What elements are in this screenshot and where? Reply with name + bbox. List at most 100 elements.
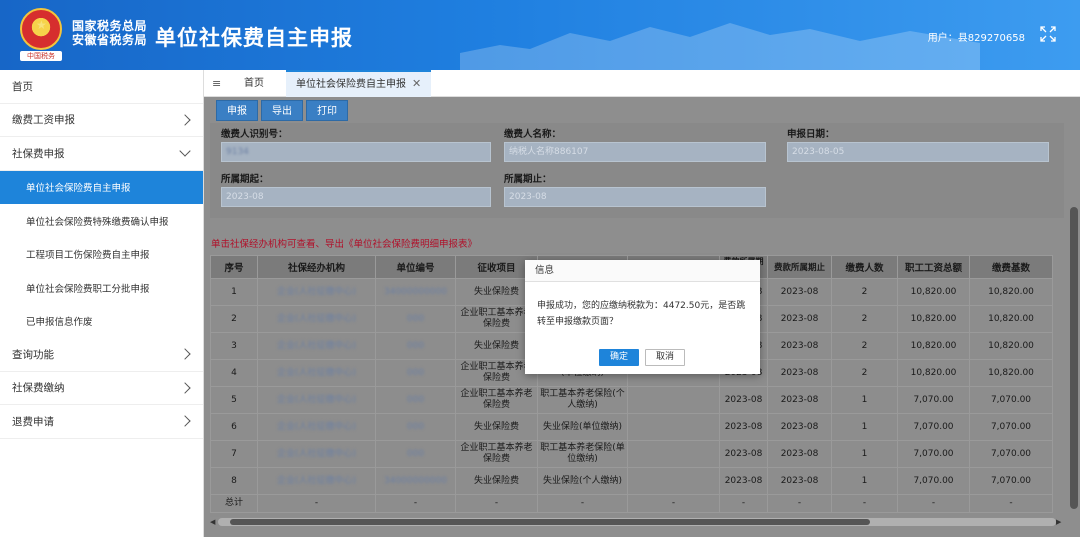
agency-link[interactable]: 企业(人社征缴中心) xyxy=(257,467,376,495)
export-button[interactable]: 导出 xyxy=(261,100,303,121)
total-cell: - xyxy=(969,494,1053,513)
payer-name-field[interactable]: 纳税人名称886107 xyxy=(504,142,766,162)
table-cell: 1 xyxy=(210,278,258,306)
scroll-left-icon[interactable]: ◀ xyxy=(210,518,215,526)
table-cell: 7 xyxy=(210,440,258,468)
sidebar-item-refund[interactable]: 退费申请 xyxy=(0,405,203,439)
table-cell: 6 xyxy=(210,413,258,441)
sidebar-item-label: 已申报信息作废 xyxy=(26,317,93,329)
table-cell: 7,070.00 xyxy=(897,413,970,441)
table-cell: 2023-08 xyxy=(767,386,832,414)
horizontal-scrollbar[interactable] xyxy=(218,518,1056,526)
table-cell: 2 xyxy=(831,278,898,306)
scrollbar-thumb[interactable] xyxy=(230,519,870,525)
table-cell: 2023-08 xyxy=(767,467,832,495)
app-title: 单位社保费自主申报 xyxy=(155,26,353,50)
sidebar-item-self-declare[interactable]: 单位社会保险费自主申报 xyxy=(0,170,203,204)
fullscreen-icon[interactable] xyxy=(1040,26,1056,42)
table-cell: 10,820.00 xyxy=(969,305,1053,333)
user-account[interactable]: 用户：县829270658 xyxy=(928,29,1025,44)
close-icon[interactable]: ✕ xyxy=(412,77,421,90)
tab-self-declare[interactable]: 单位社会保险费自主申报 ✕ xyxy=(286,70,432,97)
table-row: 6 企业(人社征缴中心) 000 失业保险费 失业保险(单位缴纳) 2023-08 2023… xyxy=(210,413,1053,441)
sidebar-item-social-insurance-declare[interactable]: 社保费申报 xyxy=(0,137,203,171)
agency-link[interactable]: 企业(人社征缴中心) xyxy=(257,440,376,468)
payer-id-field[interactable]: 9134 xyxy=(221,142,491,162)
table-cell: 1 xyxy=(831,467,898,495)
header-cell: 缴费基数 xyxy=(969,255,1053,279)
tab-label: 首页 xyxy=(244,78,264,89)
table-cell: 7,070.00 xyxy=(969,440,1053,468)
payer-name-value: 纳税人名称886107 xyxy=(509,147,589,157)
sidebar-item-special-confirm[interactable]: 单位社会保险费特殊缴费确认申报 xyxy=(0,204,203,238)
vertical-scrollbar[interactable] xyxy=(1070,207,1078,509)
sidebar-item-query[interactable]: 查询功能 xyxy=(0,338,203,372)
table-cell: 1 xyxy=(831,413,898,441)
period-end-value: 2023-08 xyxy=(509,192,547,202)
agency-link[interactable]: 企业(人社征缴中心) xyxy=(257,305,376,333)
declare-button[interactable]: 申报 xyxy=(216,100,258,121)
table-cell: 34000000000 xyxy=(375,467,456,495)
table-cell: 7,070.00 xyxy=(897,440,970,468)
report-date-field[interactable]: 2023-08-05 xyxy=(787,142,1049,162)
sidebar-item-batch-declare[interactable]: 单位社会保险费职工分批申报 xyxy=(0,271,203,305)
period-start-label: 所属期起： xyxy=(221,174,269,185)
period-end-field[interactable]: 2023-08 xyxy=(504,187,766,207)
emblem-signature: 中国税务 xyxy=(20,51,62,61)
sidebar-item-home[interactable]: 首页 xyxy=(0,70,203,104)
table-cell: 7,070.00 xyxy=(969,413,1053,441)
app-header: ★ 中国税务 国家税务总局 安徽省税务局 单位社保费自主申报 用户：县82927… xyxy=(0,0,1080,70)
table-cell: 企业职工基本养老保险费 xyxy=(455,440,538,468)
table-cell xyxy=(627,467,720,495)
sidebar-item-project-injury[interactable]: 工程项目工伤保险费自主申报 xyxy=(0,238,203,272)
tab-home[interactable]: 首页 xyxy=(234,70,274,97)
chevron-right-icon xyxy=(179,348,191,360)
table-cell: 职工基本养老保险(单位缴纳) xyxy=(537,440,628,468)
agency-link[interactable]: 企业(人社征缴中心) xyxy=(257,386,376,414)
dialog-title: 信息 xyxy=(525,260,760,282)
table-row: 8 企业(人社征缴中心) 34000000000 失业保险费 失业保险(个人缴纳) 202… xyxy=(210,467,1053,495)
sidebar-item-label: 工程项目工伤保险费自主申报 xyxy=(26,250,150,262)
sidebar-item-label: 单位社会保险费职工分批申报 xyxy=(26,283,150,295)
table-cell: 企业职工基本养老保险费 xyxy=(455,386,538,414)
agency-link[interactable]: 企业(人社征缴中心) xyxy=(257,413,376,441)
table-cell: 2 xyxy=(831,359,898,387)
table-cell: 10,820.00 xyxy=(969,359,1053,387)
sidebar-item-label: 社保费申报 xyxy=(12,147,65,160)
table-cell: 10,820.00 xyxy=(897,359,970,387)
agency-link[interactable]: 企业(人社征缴中心) xyxy=(257,332,376,360)
header-cell: 费款所属期止 xyxy=(767,255,832,279)
table-cell: 失业保险(个人缴纳) xyxy=(537,467,628,495)
table-cell: 7,070.00 xyxy=(969,386,1053,414)
period-start-field[interactable]: 2023-08 xyxy=(221,187,491,207)
total-cell: - xyxy=(897,494,970,513)
table-cell: 2023-08 xyxy=(719,386,768,414)
table-cell: 000 xyxy=(375,386,456,414)
sidebar-item-void[interactable]: 已申报信息作废 xyxy=(0,305,203,339)
sidebar-item-payment[interactable]: 社保费缴纳 xyxy=(0,372,203,405)
cancel-button[interactable]: 取消 xyxy=(645,349,685,366)
agency-link[interactable]: 企业(人社征缴中心) xyxy=(257,278,376,306)
table-row: 7 企业(人社征缴中心) 000 企业职工基本养老保险费 职工基本养老保险(单位缴纳) 2… xyxy=(210,440,1053,468)
agency-link[interactable]: 企业(人社征缴中心) xyxy=(257,359,376,387)
sidebar-item-label: 单位社会保险费特殊缴费确认申报 xyxy=(26,216,169,228)
table-cell: 000 xyxy=(375,413,456,441)
table-cell: 10,820.00 xyxy=(897,278,970,306)
header-cell: 社保经办机构 xyxy=(257,255,376,279)
table-cell: 2 xyxy=(831,305,898,333)
table-cell: 10,820.00 xyxy=(897,332,970,360)
period-start-value: 2023-08 xyxy=(226,192,264,202)
table-cell: 000 xyxy=(375,359,456,387)
confirm-button[interactable]: 确定 xyxy=(599,349,639,366)
menu-toggle-icon[interactable]: ≡ xyxy=(212,77,221,90)
scroll-right-icon[interactable]: ▶ xyxy=(1056,518,1061,526)
total-cell: - xyxy=(537,494,628,513)
print-button[interactable]: 打印 xyxy=(306,100,348,121)
total-cell: - xyxy=(257,494,376,513)
sidebar-item-label: 单位社会保险费自主申报 xyxy=(26,183,131,195)
period-end-label: 所属期止： xyxy=(504,174,552,185)
sidebar-item-wage-declare[interactable]: 缴费工资申报 xyxy=(0,104,203,137)
info-dialog: 信息 申报成功，您的应缴纳税款为：4472.50元，是否跳转至申报缴款页面？ 确… xyxy=(525,260,760,374)
table-cell xyxy=(627,413,720,441)
sidebar-item-label: 查询功能 xyxy=(12,348,54,361)
